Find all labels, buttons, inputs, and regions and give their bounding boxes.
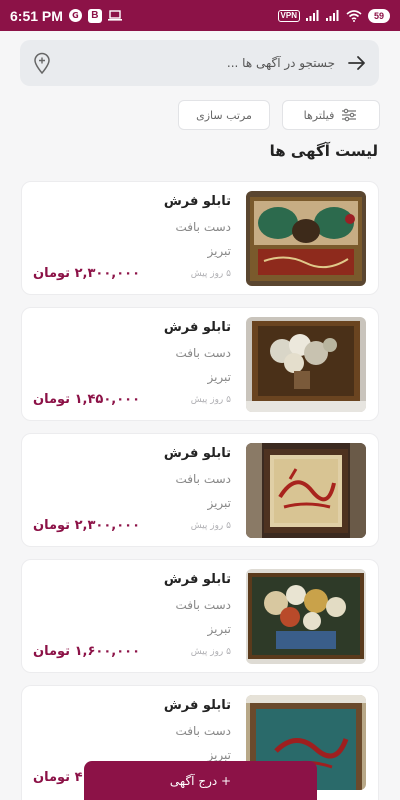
listing-subtitle: دست بافت xyxy=(175,346,231,360)
arrow-right-icon[interactable] xyxy=(345,51,369,75)
listing-card-4[interactable]: تابلو فرش دست بافت تبریز ۵ روز پیش ۱,۶۰۰… xyxy=(21,559,379,673)
listing-time: ۵ روز پیش xyxy=(190,647,231,657)
listing-title: تابلو فرش xyxy=(163,572,231,587)
listing-price: ۲,۳۰۰,۰۰۰ تومان xyxy=(33,266,141,281)
listing-city: تبریز xyxy=(207,496,231,510)
listing-time: ۵ روز پیش xyxy=(190,521,231,531)
listing-subtitle: دست بافت xyxy=(175,724,231,738)
listing-subtitle: دست بافت xyxy=(175,472,231,486)
sort-label: مرتب سازی xyxy=(196,108,252,122)
listing-card-2[interactable]: تابلو فرش دست بافت تبریز ۵ روز پیش ۱,۴۵۰… xyxy=(21,307,379,421)
filter-button[interactable]: فیلترها xyxy=(282,100,380,130)
listing-title: تابلو فرش xyxy=(163,320,231,335)
search-bar[interactable] xyxy=(20,40,379,86)
wifi-icon xyxy=(346,9,362,22)
status-bar: 6:51 PM G B VPN 59 xyxy=(0,0,400,31)
listing-image-flower-bouquet-carpet xyxy=(246,569,366,664)
app-badge-icon: B xyxy=(87,8,102,23)
listing-image-flower-vase-carpet xyxy=(246,317,366,412)
list-title: لیست آگهی ها xyxy=(269,142,378,160)
listing-title: تابلو فرش xyxy=(163,698,231,713)
status-time: 6:51 PM xyxy=(10,7,63,24)
listing-card-1[interactable]: تابلو فرش دست بافت تبریز ۵ روز پیش ۲,۳۰۰… xyxy=(21,181,379,295)
search-input[interactable] xyxy=(64,56,335,70)
notification-icon: G xyxy=(68,9,82,22)
battery-indicator: 59 xyxy=(367,8,390,23)
vpn-badge: VPN xyxy=(277,9,300,22)
listing-title: تابلو فرش xyxy=(163,446,231,461)
listing-image-red-calligraphy-carpet xyxy=(246,443,366,538)
signal-icon xyxy=(305,10,320,21)
listing-card-3[interactable]: تابلو فرش دست بافت تبریز ۵ روز پیش ۲,۳۰۰… xyxy=(21,433,379,547)
sliders-icon xyxy=(340,106,358,124)
listing-time: ۵ روز پیش xyxy=(190,395,231,405)
listing-price: ۱,۴۵۰,۰۰۰ تومان xyxy=(33,392,141,407)
signal-icon-2 xyxy=(325,10,340,21)
sort-button[interactable]: مرتب سازی xyxy=(178,100,270,130)
listing-price: ۲,۳۰۰,۰۰۰ تومان xyxy=(33,518,141,533)
location-pin-icon[interactable] xyxy=(30,51,54,75)
listing-city: تبریز xyxy=(207,370,231,384)
listing-time: ۵ روز پیش xyxy=(190,269,231,279)
add-ad-button[interactable]: + درج آگهی xyxy=(84,761,317,800)
listing-city: تبریز xyxy=(207,748,231,762)
listing-price: ۱,۶۰۰,۰۰۰ تومان xyxy=(33,644,141,659)
listing-subtitle: دست بافت xyxy=(175,220,231,234)
listing-city: تبریز xyxy=(207,622,231,636)
listing-subtitle: دست بافت xyxy=(175,598,231,612)
filter-label: فیلترها xyxy=(303,108,335,122)
listing-city: تبریز xyxy=(207,244,231,258)
listing-image-calligraphy-carpet xyxy=(246,191,366,286)
filter-row: مرتب سازی فیلترها xyxy=(178,100,380,130)
listing-price: ۴ تومان xyxy=(33,770,83,785)
laptop-icon xyxy=(107,10,122,21)
listing-title: تابلو فرش xyxy=(163,194,231,209)
